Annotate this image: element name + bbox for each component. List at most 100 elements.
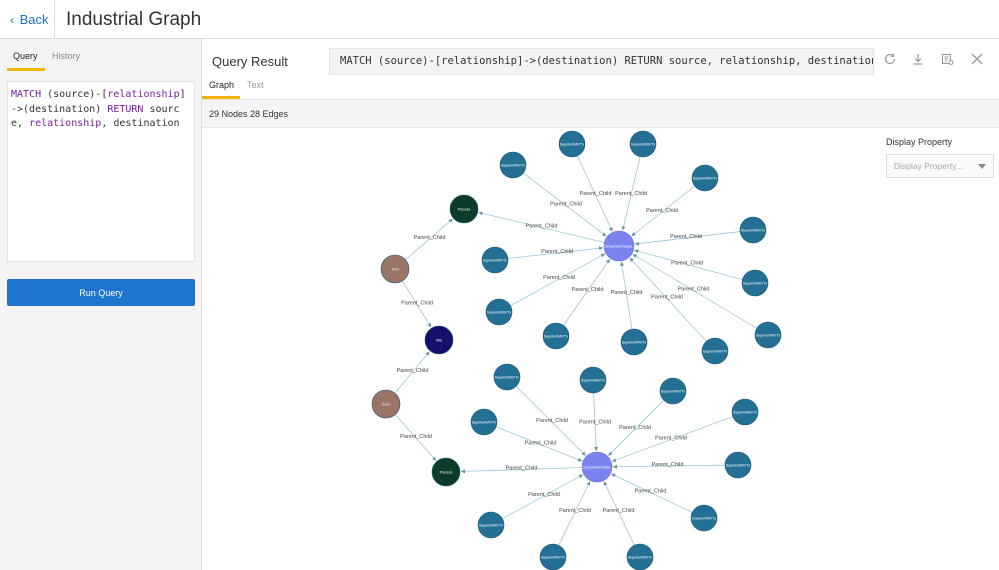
edge-label: Parent_Child bbox=[646, 208, 678, 214]
edge-label: Parent_Child bbox=[611, 290, 643, 296]
graph-node-label: Site bbox=[436, 339, 442, 343]
tab-text[interactable]: Text bbox=[247, 80, 264, 90]
edge-label: Parent_Child bbox=[526, 224, 558, 230]
query-token: MATCH bbox=[11, 89, 42, 100]
query-token: RETURN bbox=[107, 103, 144, 115]
graph-node[interactable]: Superior/MV/Tx bbox=[579, 366, 607, 394]
graph-node[interactable]: Superior/MV/Tx bbox=[542, 322, 570, 350]
result-panel: Query Result MATCH (source)-[relationshi… bbox=[202, 39, 999, 570]
header-divider bbox=[54, 0, 55, 39]
edge-label: Parent_Child bbox=[651, 295, 683, 301]
edge-label: Parent_Child bbox=[543, 275, 575, 281]
tab-history[interactable]: History bbox=[52, 51, 80, 61]
graph-node[interactable]: Superior/MV/Tx bbox=[731, 398, 759, 426]
graph-node[interactable]: Superior/MV/Tx bbox=[620, 328, 648, 356]
graph-node-label: Superior/MV/Tx bbox=[703, 350, 728, 354]
query-token: relationship bbox=[29, 118, 102, 129]
display-property-select[interactable]: Display Property... bbox=[886, 154, 994, 178]
query-token: relationship bbox=[107, 89, 180, 100]
graph-node-label: Superior/MV/Tx bbox=[501, 164, 526, 168]
graph-node-label: Superior/MV/Tx bbox=[483, 259, 508, 263]
graph-node-label: Component/Supe... bbox=[581, 466, 614, 470]
graph-node[interactable]: Process bbox=[449, 194, 479, 224]
chevron-down-icon bbox=[978, 164, 986, 169]
graph-stats-bar: 29 Nodes 28 Edges bbox=[202, 99, 999, 128]
graph-node[interactable]: Component/Supe... bbox=[603, 230, 636, 262]
page-title: Industrial Graph bbox=[66, 9, 202, 30]
refresh-icon[interactable] bbox=[882, 52, 898, 68]
graph-node[interactable]: Joint bbox=[380, 254, 410, 284]
run-query-button[interactable]: Run Query bbox=[7, 279, 195, 306]
graph-node[interactable]: Superior/MV/Tx bbox=[741, 269, 769, 297]
node-edge-count: 29 Nodes 28 Edges bbox=[209, 109, 289, 119]
graph-node[interactable]: Zone bbox=[371, 389, 401, 419]
graph-node[interactable]: Superior/MV/Tx bbox=[558, 130, 586, 158]
display-property-placeholder: Display Property... bbox=[894, 161, 963, 171]
graph-node[interactable]: Superior/MV/Tx bbox=[470, 408, 498, 436]
graph-node-label: Superior/MV/Tx bbox=[743, 282, 768, 286]
edge-label: Parent_Child bbox=[572, 287, 604, 293]
graph-node-label: Zone bbox=[382, 403, 390, 407]
edge-label: Parent_Child bbox=[655, 436, 687, 442]
edge-label: Parent_Child bbox=[603, 508, 635, 514]
back-button[interactable]: ‹ Back bbox=[10, 12, 49, 27]
query-token: (source)-[ bbox=[41, 89, 108, 100]
graph-node-label: Superior/MV/Tx bbox=[495, 376, 520, 380]
active-tab-indicator bbox=[7, 68, 45, 71]
graph-node[interactable]: Site bbox=[424, 325, 454, 355]
download-icon[interactable] bbox=[910, 52, 926, 68]
graph-node[interactable]: Superior/MV/Tx bbox=[629, 130, 657, 158]
graph-node-label: Joint bbox=[391, 268, 398, 272]
graph-node[interactable]: Superior/MV/Tx bbox=[754, 321, 782, 349]
graph-node[interactable]: Superior/MV/Tx bbox=[493, 363, 521, 391]
graph-node-label: Superior/MV/Tx bbox=[581, 379, 606, 383]
graph-node[interactable]: Superior/MV/Tx bbox=[481, 246, 509, 274]
graph-node[interactable]: Superior/MV/Tx bbox=[690, 504, 718, 532]
graph-node[interactable]: Superior/MV/Tx bbox=[499, 151, 527, 179]
tab-query[interactable]: Query bbox=[13, 51, 38, 61]
graph-node[interactable]: Superior/MV/Tx bbox=[485, 298, 513, 326]
export-icon[interactable] bbox=[939, 52, 955, 68]
graph-node-label: Superior/MV/Tx bbox=[472, 421, 497, 425]
graph-node[interactable]: Superior/MV/Tx bbox=[739, 216, 767, 244]
graph-node-label: Superior/MV/Tx bbox=[756, 334, 781, 338]
graph-node[interactable]: Superior/MV/Tx bbox=[659, 377, 687, 405]
edge-label: Parent_Child bbox=[528, 492, 560, 498]
close-icon[interactable] bbox=[969, 52, 985, 68]
graph-node[interactable]: Superior/MV/Tx bbox=[691, 164, 719, 192]
graph-canvas[interactable]: Parent_Child Parent_Child Parent_Child Pare… bbox=[202, 129, 999, 570]
graph-node[interactable]: Superior/MV/Tx bbox=[626, 543, 654, 570]
graph-node-label: Superior/MV/Tx bbox=[726, 464, 751, 468]
edge-label: Parent_Child bbox=[652, 462, 684, 468]
graph-node[interactable]: Superior/MV/Tx bbox=[701, 337, 729, 365]
graph-node-label: Superior/MV/Tx bbox=[622, 341, 647, 345]
edge-label: Parent_Child bbox=[397, 368, 429, 374]
graph-node-label: Superior/MV/Tx bbox=[544, 335, 569, 339]
top-bar: ‹ Back Industrial Graph bbox=[0, 0, 999, 39]
tab-graph[interactable]: Graph bbox=[209, 80, 234, 90]
graph-node-label: Superior/MV/Tx bbox=[693, 177, 718, 181]
graph-node[interactable]: Component/Supe... bbox=[581, 451, 614, 483]
graph-node[interactable]: Superior/MV/Tx bbox=[477, 511, 505, 539]
display-property-label: Display Property bbox=[886, 137, 953, 147]
back-label: Back bbox=[19, 12, 49, 27]
graph-node-label: Superior/MV/Tx bbox=[560, 143, 585, 147]
graph-node[interactable]: Superior/MV/Tx bbox=[724, 451, 752, 479]
edge-label: Parent_Child bbox=[559, 508, 591, 514]
edge-label: Parent_Child bbox=[400, 434, 432, 440]
result-title: Query Result bbox=[212, 54, 288, 69]
edge-label: Parent_Child bbox=[678, 287, 710, 293]
query-panel: Query History MATCH (source)-[relationsh… bbox=[0, 39, 202, 570]
query-display: MATCH (source)-[relationship]->(destinat… bbox=[329, 48, 874, 75]
graph-node-label: Superior/MV/Tx bbox=[541, 556, 566, 560]
graph-node-label: Superior/MV/Tx bbox=[741, 229, 766, 233]
query-token: , destination bbox=[101, 118, 180, 129]
query-tabs: Query History bbox=[7, 47, 197, 71]
graph-node[interactable]: Superior/MV/Tx bbox=[539, 543, 567, 570]
edge-label: Parent_Child bbox=[414, 235, 446, 241]
graph-node[interactable]: Process bbox=[431, 457, 461, 487]
graph-node-label: Superior/MV/Tx bbox=[631, 143, 656, 147]
edge-label: Parent_Child bbox=[550, 202, 582, 208]
query-editor[interactable]: MATCH (source)-[relationship]->(destinat… bbox=[7, 81, 195, 262]
graph-node-label: Process bbox=[440, 471, 453, 475]
